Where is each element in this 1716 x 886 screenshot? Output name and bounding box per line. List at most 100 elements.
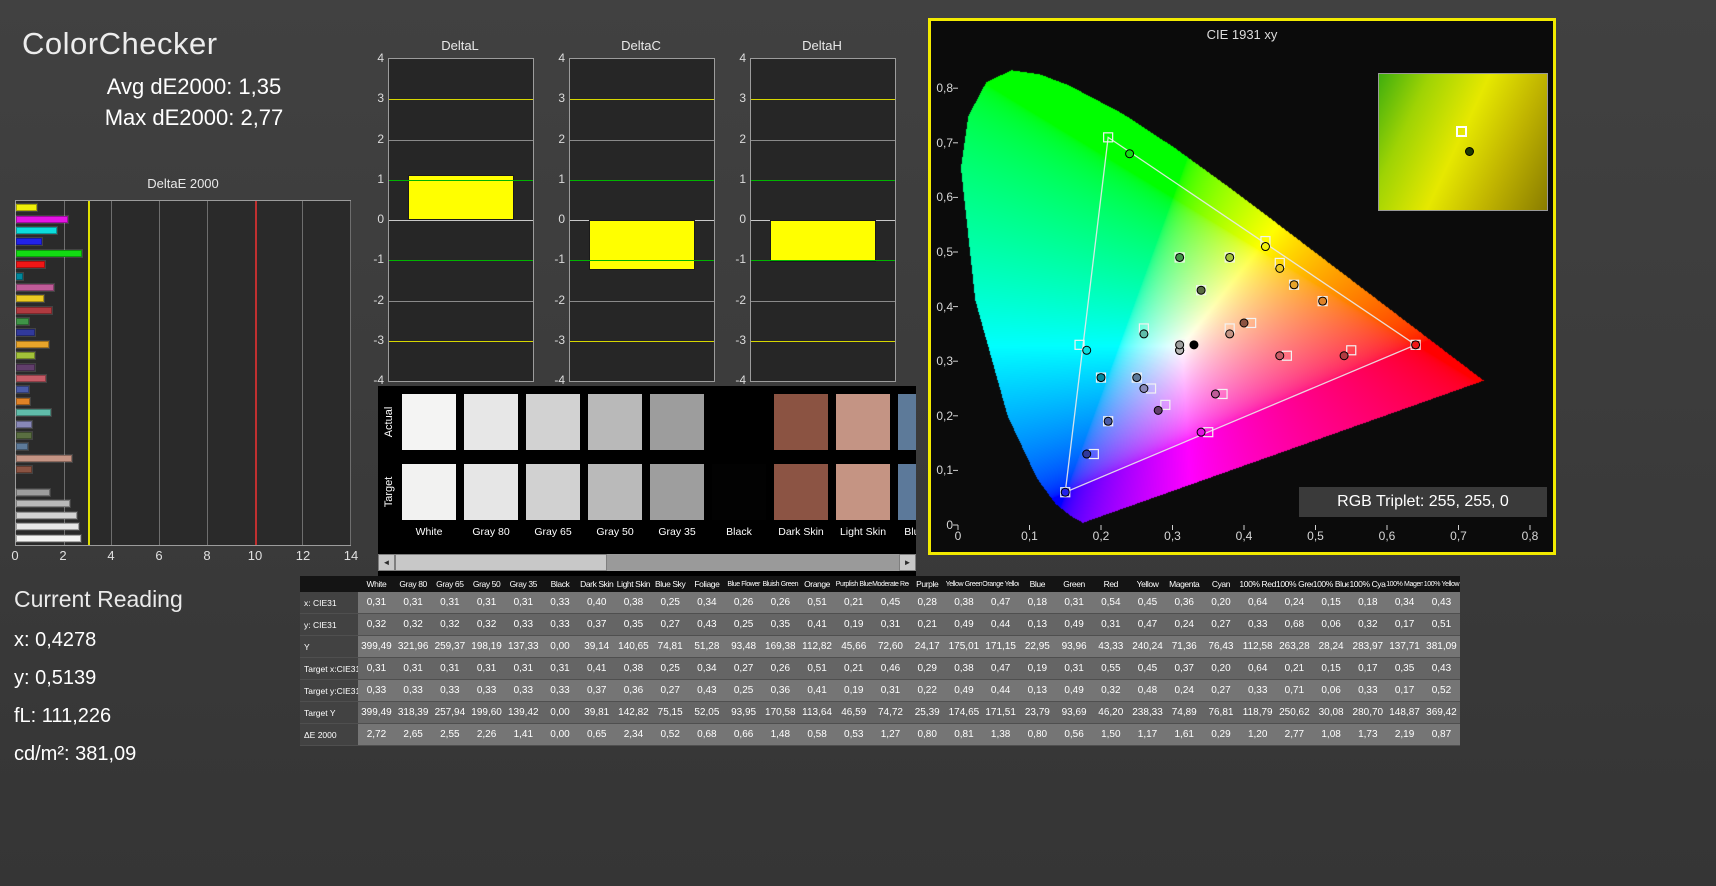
swatch-actual (402, 394, 456, 450)
table-cell: 0,33 (1239, 679, 1277, 702)
table-cell: 399,49 (358, 635, 395, 658)
swatch-actual (588, 394, 642, 450)
deltae2000-x-axis: 0 2 4 6 8 10 12 14 (11, 548, 359, 563)
table-cell: 0,32 (1092, 679, 1130, 702)
table-cell: 0,24 (1165, 679, 1203, 702)
cie-1931-panel: CIE 1931 xy 0 0,1 0,2 0,3 0,4 0,5 0,6 0,7 0,8 00… (928, 18, 1556, 555)
table-row: Target Y 399,49 318,39 257,94 199,60 139,42 0,… (300, 701, 1460, 724)
table-cell: 1,20 (1239, 723, 1277, 746)
scroll-right-button[interactable]: ► (899, 554, 916, 571)
deltae-bar-gray-50 (16, 500, 350, 508)
table-cell: 74,72 (872, 701, 909, 724)
table-cell: 321,96 (394, 635, 432, 658)
table-cell: 259,37 (431, 635, 469, 658)
table-cell: 283,97 (1349, 635, 1387, 658)
max-de2000: Max dE2000: 2,77 (104, 105, 284, 130)
table-cell: 0,31 (468, 592, 505, 614)
zoom-inset (1378, 73, 1548, 211)
table-cell: 0,31 (872, 613, 909, 636)
cie-chart-title: CIE 1931 xy (1206, 27, 1278, 42)
table-cell: 0,25 (725, 613, 762, 636)
table-column-header: Black (541, 576, 579, 592)
swatch-actual (898, 394, 916, 450)
deltae2000-plot-area (15, 200, 351, 546)
table-cell: 0,19 (835, 613, 873, 636)
deltae-bar-100-magenta (16, 215, 350, 223)
table-column-header: Gray 65 (431, 576, 469, 592)
table-cell: 0,49 (945, 679, 983, 702)
table-cell: 0,31 (431, 657, 469, 680)
table-cell: 0,33 (541, 679, 579, 702)
scroll-left-button[interactable]: ◄ (378, 554, 395, 571)
table-cell: 1,38 (982, 723, 1019, 746)
table-cell: 46,59 (835, 701, 873, 724)
table-cell: 0,49 (1055, 679, 1093, 702)
scrollbar-thumb[interactable] (395, 554, 607, 571)
table-cell: 0,38 (615, 657, 652, 680)
chart-deltah: DeltaH 4 3 2 1 0 -1 -2 -3 -4 (728, 38, 900, 390)
deltae-bar-yellow (16, 295, 350, 303)
current-reading-fl: fL: 111,226 (14, 705, 112, 727)
table-cell: 2,72 (358, 723, 395, 746)
table-cell: 0,71 (1276, 679, 1313, 702)
deltae-bar-cyan (16, 272, 350, 280)
table-cell: 0,15 (1312, 657, 1350, 680)
swatch-scrollbar[interactable]: ◄ ► (378, 554, 916, 571)
table-column-header: Cyan (1202, 576, 1240, 592)
table-cell: 0,21 (835, 657, 873, 680)
table-cell: 0,33 (504, 613, 542, 636)
rgb-triplet-label: RGB Triplet: 255, 255, 0 (1299, 487, 1547, 517)
table-cell: 381,09 (1422, 635, 1460, 658)
table-cell: 0,31 (468, 657, 505, 680)
table-cell: 0,35 (761, 613, 799, 636)
table-column-header: Gray 80 (394, 576, 432, 592)
table-cell: 0,33 (394, 679, 432, 702)
table-cell: 2,65 (394, 723, 432, 746)
table-cell: 45,66 (835, 635, 873, 658)
avg-de2000: Avg dE2000: 1,35 (106, 74, 282, 99)
table-cell: 318,39 (394, 701, 432, 724)
table-cell: 0,17 (1386, 679, 1423, 702)
table-cell: 0,18 (1019, 592, 1056, 614)
table-row: ΔE 2000 2,72 2,65 2,55 2,26 1,41 0,00 0,65 2,34 0… (300, 723, 1460, 746)
current-reading-title: Current Reading (14, 586, 183, 612)
deltae2000-chart: DeltaE 2000 0 2 4 6 8 10 12 14 (10, 176, 359, 576)
table-cell: 0,31 (358, 657, 395, 680)
swatch-columns: White Gray 80 Gray 65 Gray 50 Gray 35 Black Da… (402, 386, 916, 578)
table-cell: 0,43 (1422, 592, 1460, 614)
table-cell: 0,36 (1165, 592, 1203, 614)
table-cell: 263,28 (1276, 635, 1313, 658)
deltae-bar-orange-yellow (16, 340, 350, 348)
table-column-header: Yellow (1129, 576, 1166, 592)
swatch-target (898, 464, 916, 520)
deltae-bar-100-green (16, 249, 350, 257)
table-cell: 30,08 (1312, 701, 1350, 724)
table-cell: 0,51 (1422, 613, 1460, 636)
table-cell: 0,19 (1019, 657, 1056, 680)
table-cell: 280,70 (1349, 701, 1387, 724)
table-column-header: Dark Skin (578, 576, 616, 592)
table-cell: 0,35 (1386, 657, 1423, 680)
table-cell: 0,21 (1276, 657, 1313, 680)
table-cell: 0,41 (798, 613, 836, 636)
table-cell: 0,51 (798, 592, 836, 614)
table-cell: 0,06 (1312, 679, 1350, 702)
table-cell: 93,95 (725, 701, 762, 724)
table-cell: 0,37 (578, 613, 616, 636)
deltae-bar-yellow-green (16, 352, 350, 360)
target-row-label: Target (383, 476, 395, 508)
table-cell: 250,62 (1276, 701, 1313, 724)
inset-measured-marker (1464, 147, 1474, 157)
table-cell: 0,35 (615, 613, 652, 636)
scrollbar-track[interactable] (395, 554, 899, 571)
table-cell: 0,51 (798, 657, 836, 680)
table-cell: 0,40 (578, 592, 616, 614)
chart-deltal: DeltaL 4 3 2 1 0 -1 -2 -3 -4 (366, 38, 538, 390)
deltae-bar-dark-skin (16, 466, 350, 474)
table-cell: 0,31 (394, 592, 432, 614)
deltae-bar-magenta (16, 283, 350, 291)
table-cell: 142,82 (615, 701, 652, 724)
table-cell: 0,31 (541, 657, 579, 680)
table-cell: 74,81 (651, 635, 689, 658)
table-cell: 2,26 (468, 723, 505, 746)
